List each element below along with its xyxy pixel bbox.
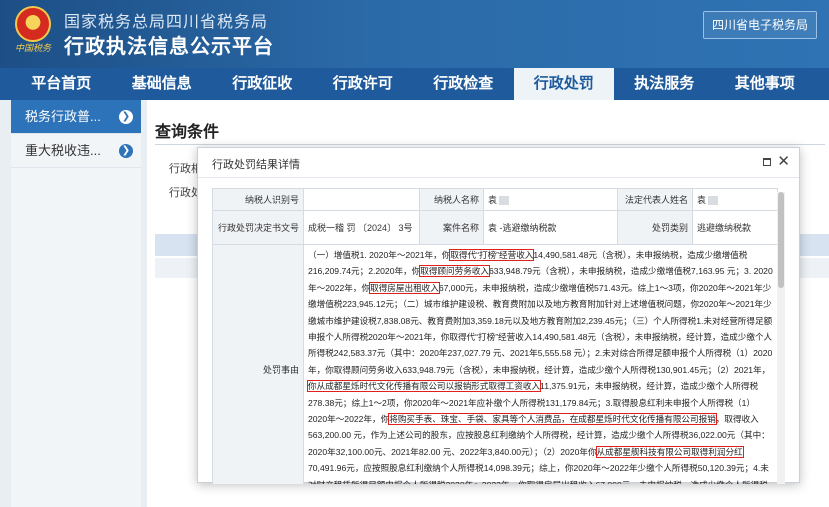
nav-other[interactable]: 其他事项 — [715, 68, 816, 100]
e-tax-bureau-button[interactable]: 四川省电子税务局 — [702, 11, 817, 39]
case-name-label: 案件名称 — [419, 210, 484, 245]
close-icon[interactable]: ✕ — [777, 152, 790, 172]
reason-seg: 67,000元，未申报纳税，造成少缴增值税571.43元。综上1～3项，你202… — [308, 282, 773, 375]
reason-label: 处罚事由 — [212, 243, 304, 484]
side-item-general-penalty[interactable]: 税务行政普... ❯ — [11, 100, 141, 134]
nav-home[interactable]: 平台首页 — [11, 68, 112, 100]
side-item-major-violation[interactable]: 重大税收违... ❯ — [11, 134, 141, 168]
legal-rep-value: 袁 — [697, 195, 707, 205]
reason-highlight: 取得房屋出租收入 — [369, 281, 440, 294]
nav-license[interactable]: 行政许可 — [313, 68, 414, 100]
nav-inspection[interactable]: 行政检查 — [413, 68, 514, 100]
site-header: ★ 中国税务 国家税务总局四川省税务局 行政执法信息公示平台 四川省电子税务局 — [0, 0, 829, 68]
redaction-mask — [708, 196, 719, 206]
penalty-type-value: 逃避缴纳税款 — [692, 210, 778, 245]
side-menu: 税务行政普... ❯ 重大税收违... ❯ — [11, 100, 141, 507]
case-name-value: 袁 -逃避缴纳税款 — [483, 210, 618, 245]
main-nav: 平台首页 基础信息 行政征收 行政许可 行政检查 行政处罚 执法服务 其他事项 — [0, 68, 829, 100]
nav-penalty[interactable]: 行政处罚 — [513, 68, 614, 100]
taxpayer-name-label: 纳税人名称 — [419, 188, 484, 211]
reason-seg: 70,491.96元，应按照股息红利缴纳个人所得税14,098.39元；综上，你… — [308, 463, 769, 484]
reason-highlight: 取得顾问劳务收入 — [419, 265, 491, 278]
reason-text: （一）增值税1. 2020年～2021年，你取得代“打榜”经营收入14,490,… — [303, 243, 778, 484]
detail-table: 纳税人识别号 纳税人名称 袁 法定代表人姓名 袁 行政处罚决定书文号 成税一稽 … — [212, 188, 778, 484]
nav-enforcement-service[interactable]: 执法服务 — [614, 68, 715, 100]
reason-highlight: 取得代“打榜”经营收入 — [449, 249, 535, 261]
chevron-right-icon: ❯ — [119, 110, 133, 124]
nav-basic-info[interactable]: 基础信息 — [112, 68, 213, 100]
reason-highlight: 将购买手表、珠宝、手袋、家具等个人消费品，在成都星烁时代文化传播有限公司报销 — [388, 413, 717, 426]
reason-highlight: 从成都星舰科技有限公司取得利润分红 — [595, 445, 744, 458]
chevron-right-icon: ❯ — [119, 144, 133, 158]
header-title: 行政执法信息公示平台 — [64, 36, 274, 58]
decision-no-value: 成税一稽 罚 〔2024〕 3号 — [303, 210, 420, 245]
reason-seg: （一）增值税1. 2020年～2021年，你 — [308, 250, 451, 260]
penalty-detail-dialog: 行政处罚结果详情 ✕ 纳税人识别号 纳税人名称 袁 法定代表人姓名 袁 行政处罚… — [197, 147, 800, 484]
page-title: 查询条件 — [155, 124, 220, 141]
taxpayer-name-value: 袁 — [488, 195, 498, 205]
scroll-thumb[interactable] — [778, 192, 784, 288]
redaction-mask — [499, 196, 510, 206]
side-item-label: 税务行政普... — [25, 109, 101, 124]
penalty-type-label: 处罚类别 — [617, 210, 693, 245]
side-item-label: 重大税收违... — [25, 143, 101, 158]
dialog-header: 行政处罚结果详情 ✕ — [198, 148, 799, 178]
dialog-title: 行政处罚结果详情 — [212, 159, 300, 171]
header-subtitle: 国家税务总局四川省税务局 — [64, 14, 269, 31]
nav-collection[interactable]: 行政征收 — [212, 68, 313, 100]
legal-rep-label: 法定代表人姓名 — [617, 188, 693, 211]
maximize-icon[interactable] — [763, 158, 771, 166]
dialog-body: 纳税人识别号 纳税人名称 袁 法定代表人姓名 袁 行政处罚决定书文号 成税一稽 … — [212, 188, 785, 484]
divider — [155, 144, 825, 145]
taxpayer-id-value — [303, 188, 420, 211]
decision-no-label: 行政处罚决定书文号 — [212, 210, 304, 245]
reason-highlight: 你从成都星烁时代文化传播有限公司以报销形式取得工资收入 — [306, 380, 542, 393]
tax-emblem-icon: ★ 中国税务 — [12, 6, 54, 56]
taxpayer-id-label: 纳税人识别号 — [212, 188, 304, 211]
dialog-scrollbar[interactable] — [777, 192, 785, 484]
